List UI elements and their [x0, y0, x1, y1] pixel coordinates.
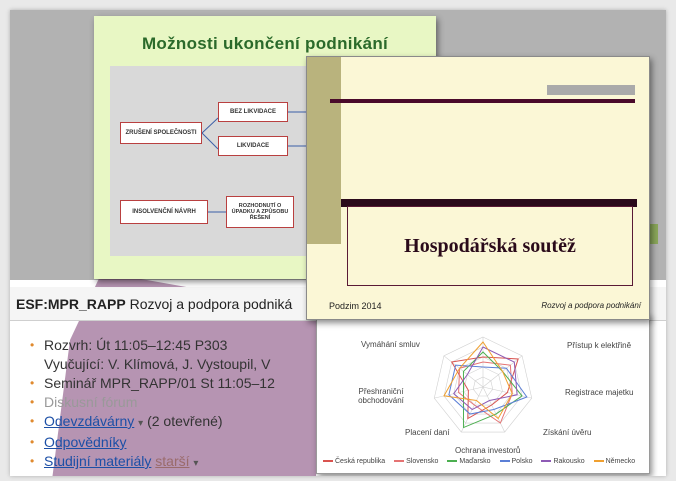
list-item: Studijní materiály starší ▾: [30, 452, 275, 473]
list-item: Odevzdávárny ▾ (2 otevřené): [30, 412, 275, 433]
slide2-pillar: [307, 57, 341, 244]
course-item-list: Rozvrh: Út 11:05–12:45 P303 Vyučující: V…: [30, 336, 275, 473]
slide2-title-box: Hospodářská soutěž: [347, 206, 633, 286]
axis-label: Vymáhání smluv: [361, 340, 420, 349]
slide2-footer-left: Podzim 2014: [329, 301, 382, 311]
list-item: Seminář MPR_RAPP/01 St 11:05–12: [30, 374, 275, 393]
legend-swatch: [499, 460, 510, 463]
slide2-accent: [547, 85, 635, 95]
seminar-text: Seminář MPR_RAPP/01 St 11:05–12: [44, 375, 275, 391]
axis-label: Přeshraniční obchodování: [358, 387, 404, 405]
chart-legend: Česká republika Slovensko Maďarsko Polsk…: [323, 458, 642, 465]
box-likvidace: LIKVIDACE: [218, 136, 288, 156]
legend-swatch: [323, 460, 333, 463]
slide-thumbnail-3[interactable]: Vymáhání smluv Přístup k elektřině Regis…: [316, 314, 650, 474]
teachers-text: Vyučující: V. Klímová, J. Vystoupil, V: [44, 356, 271, 372]
schedule-text: Rozvrh: Út 11:05–12:45 P303: [44, 337, 228, 353]
legend-item: Česká republika: [323, 458, 385, 465]
legend-swatch: [394, 460, 405, 463]
box-bez-likvidace: BEZ LIKVIDACE: [218, 102, 288, 122]
axis-label: Placení daní: [405, 428, 450, 437]
axis-label: Získání úvěru: [543, 428, 592, 437]
chevron-down-icon[interactable]: ▾: [193, 458, 198, 469]
list-item: Odpovědníky: [30, 433, 275, 452]
axis-label: Přístup k elektřině: [567, 341, 632, 350]
course-title[interactable]: ESF:MPR_RAPP Rozvoj a podpora podniká: [16, 296, 292, 312]
legend-item: Slovensko: [394, 458, 438, 465]
course-name: Rozvoj a podpora podniká: [129, 296, 293, 312]
older-link[interactable]: starší: [155, 453, 189, 469]
legend-item: Německo: [593, 458, 635, 465]
axis-label: Ochrana investorů: [455, 446, 521, 455]
legend-swatch: [447, 460, 458, 463]
legend-swatch: [593, 460, 604, 463]
dropbox-link[interactable]: Odevzdávárny: [44, 413, 134, 429]
legend-item: Rakousko: [541, 458, 585, 465]
answers-link[interactable]: Odpovědníky: [44, 434, 127, 450]
box-zruseni: ZRUŠENÍ SPOLEČNOSTI: [120, 122, 202, 144]
legend-item: Maďarsko: [447, 458, 491, 465]
materials-link[interactable]: Studijní materiály: [44, 453, 151, 469]
radar-chart: [433, 336, 533, 433]
dropbox-note: (2 otevřené): [147, 413, 223, 429]
slide2-rule: [330, 99, 635, 103]
slide1-title: Možnosti ukončení podnikání: [141, 34, 389, 53]
slide-thumbnail-2[interactable]: Hospodářská soutěž Podzim 2014 Rozvoj a …: [306, 56, 650, 320]
course-code: ESF:MPR_RAPP: [16, 296, 126, 312]
chevron-down-icon[interactable]: ▾: [138, 418, 143, 429]
axis-label: Registrace majetku: [565, 388, 634, 397]
list-item: Diskusní fórum: [30, 393, 275, 412]
forum-label: Diskusní fórum: [44, 394, 138, 410]
list-item: Rozvrh: Út 11:05–12:45 P303 Vyučující: V…: [30, 336, 275, 374]
box-rozhodnuti: ROZHODNUTÍ O ÚPADKU A ZPŮSOBU ŘEŠENÍ: [226, 196, 294, 228]
box-insolvencni: INSOLVENČNÍ NÁVRH: [120, 200, 208, 224]
legend-item: Polsko: [499, 458, 533, 465]
legend-swatch: [541, 460, 552, 463]
screen: ESF:MPR_RAPP Rozvoj a podpora podniká Ro…: [10, 10, 666, 476]
slide2-title: Hospodářská soutěž: [404, 234, 576, 257]
slide2-footer-right: Rozvoj a podpora podnikání: [541, 301, 641, 310]
